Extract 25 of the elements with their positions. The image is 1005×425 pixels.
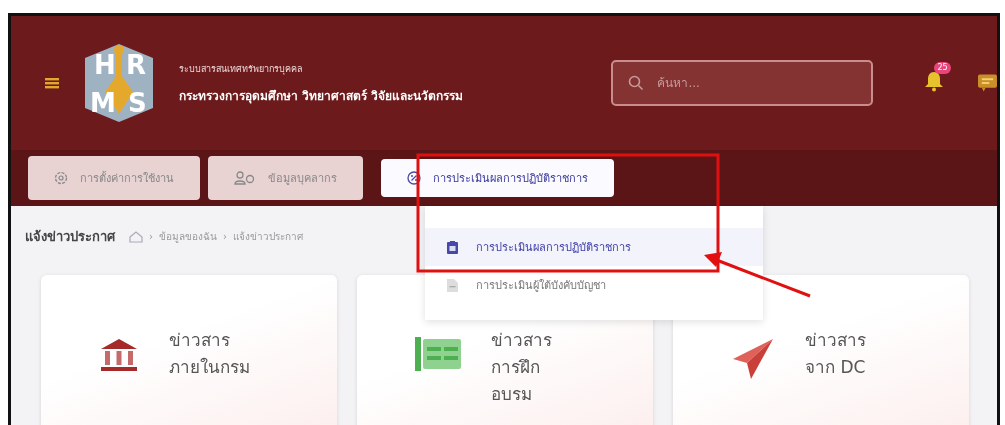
menu-icon[interactable] xyxy=(45,76,59,90)
clipboard-icon xyxy=(447,240,458,254)
ministry-title: กระทรวงการอุดมศึกษา วิทยาศาสตร์ วิจัยและนวัตกรรม xyxy=(179,87,465,105)
board-icon xyxy=(415,337,461,371)
paper-plane-icon xyxy=(731,337,775,381)
bank-icon xyxy=(99,337,139,373)
message-icon[interactable] xyxy=(978,74,997,92)
gear-icon xyxy=(54,171,68,185)
card-title: ข่าวสาร การฝึก อบรม xyxy=(491,329,552,407)
card-title: ข่าวสาร จาก DC xyxy=(805,329,866,380)
percent-icon xyxy=(407,171,421,185)
card-title: ข่าวสาร ภายในกรม xyxy=(169,329,250,380)
breadcrumb-separator: › xyxy=(223,231,227,242)
menu-item[interactable]: การประเมินผลการปฏิบัติราชการ xyxy=(425,228,763,266)
news-card[interactable]: ข่าวสาร จาก DC xyxy=(673,275,969,425)
page-title: แจ้งข่าวประกาศ xyxy=(25,228,115,246)
document-icon xyxy=(447,278,458,292)
nav-tab[interactable]: การประเมินผลการปฏิบัติราชการ xyxy=(381,159,614,197)
breadcrumb-separator: › xyxy=(149,231,153,242)
news-card[interactable]: ข่าวสาร ภายในกรม xyxy=(41,275,337,425)
system-subtitle: ระบบสารสนเทศทรัพยากรบุคคล xyxy=(179,62,304,76)
search-field[interactable]: ค้นหา... xyxy=(611,60,874,106)
bell-icon[interactable] xyxy=(923,70,946,92)
people-icon xyxy=(234,171,256,185)
notification-badge: 25 xyxy=(934,62,951,74)
